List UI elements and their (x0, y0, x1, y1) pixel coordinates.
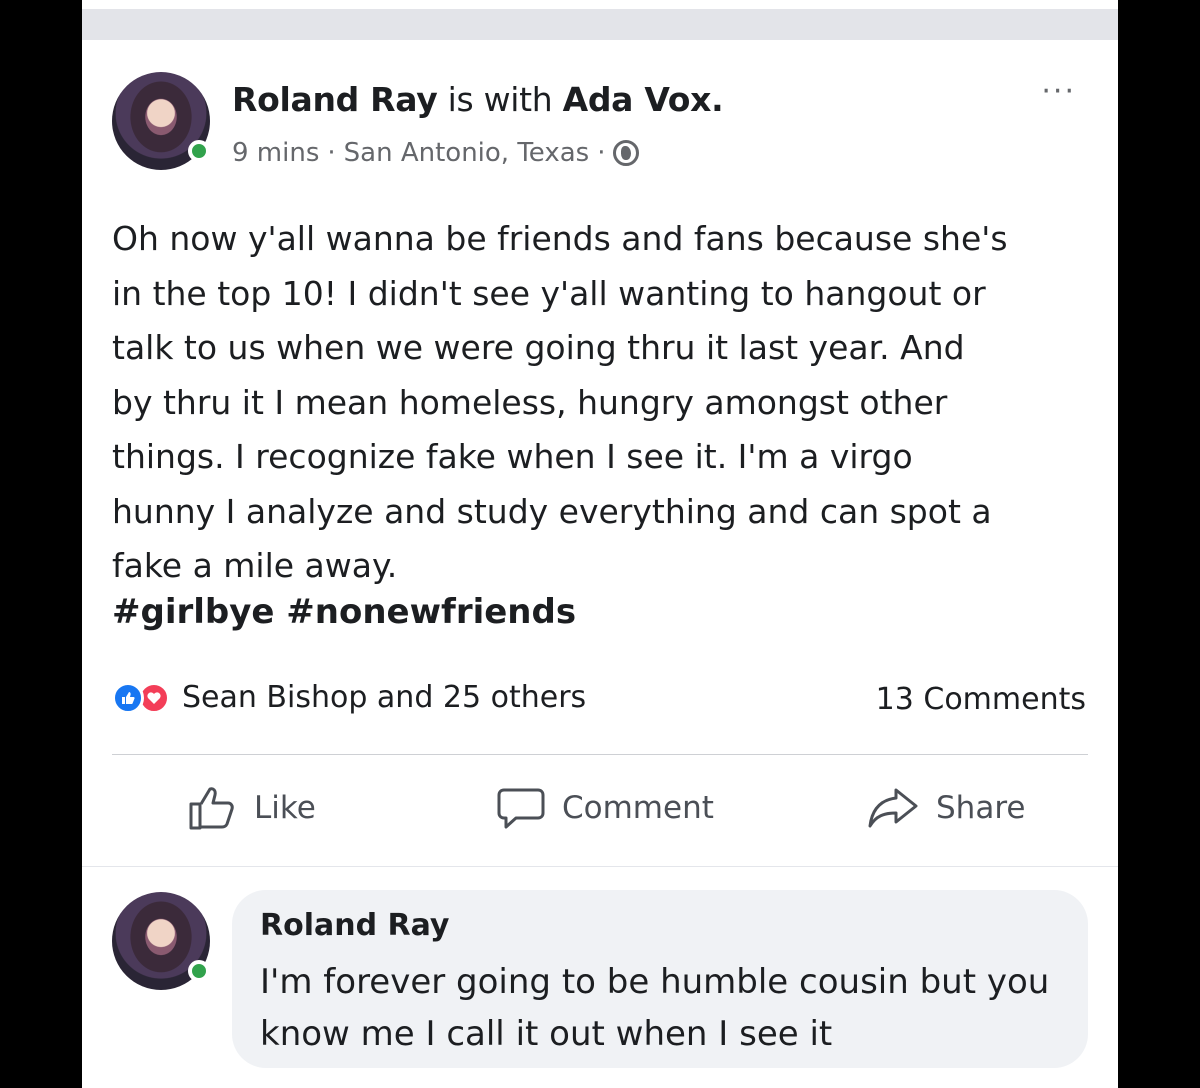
meta-separator: · (327, 138, 336, 168)
tagged-user[interactable]: Ada Vox. (563, 80, 724, 119)
post-time[interactable]: 9 mins (232, 138, 319, 168)
like-label: Like (254, 790, 316, 826)
share-arrow-icon (868, 788, 918, 828)
comment-bubble-icon (497, 788, 545, 829)
share-button[interactable]: Share (866, 784, 1025, 832)
post-actions: Like Comment Share (82, 770, 1118, 850)
comment-button[interactable]: Comment (496, 784, 714, 832)
reactions-summary[interactable]: Sean Bishop and 25 others (112, 680, 586, 715)
post-meta: 9 mins · San Antonio, Texas · (232, 138, 640, 168)
author-name[interactable]: Roland Ray (232, 80, 438, 119)
share-label: Share (936, 790, 1026, 826)
divider (112, 754, 1088, 755)
with-text: is with (437, 80, 563, 119)
comment-label: Comment (562, 790, 714, 826)
app-frame: Roland Ray is with Ada Vox. 9 mins · San… (82, 0, 1118, 1088)
comment-text: I'm forever going to be humble cousin bu… (260, 962, 1050, 1054)
post-body: Oh now y'all wanna be friends and fans b… (112, 219, 1008, 585)
comment-author[interactable]: Roland Ray (260, 908, 450, 943)
online-status-icon (188, 140, 210, 162)
more-options-icon[interactable]: ··· (1041, 74, 1076, 109)
reactions-text[interactable]: Sean Bishop and 25 others (182, 680, 586, 715)
post-hashtags[interactable]: #girlbye #nonewfriends (112, 592, 576, 632)
top-band (82, 9, 1118, 40)
post-header: Roland Ray is with Ada Vox. (232, 80, 724, 119)
comment-item: Roland Ray I'm forever going to be humbl… (82, 870, 1118, 1088)
top-bar (82, 0, 1118, 40)
post-card: Roland Ray is with Ada Vox. 9 mins · San… (82, 40, 1118, 870)
like-reaction-icon (112, 681, 144, 714)
like-button[interactable]: Like (188, 784, 316, 832)
online-status-icon (188, 960, 210, 982)
thumbs-up-icon (189, 787, 234, 830)
post-location[interactable]: San Antonio, Texas (344, 138, 590, 168)
section-divider (82, 866, 1118, 867)
meta-separator: · (597, 138, 606, 168)
comment-bubble: Roland Ray I'm forever going to be humbl… (232, 890, 1088, 1068)
globe-icon (613, 140, 640, 166)
comments-count[interactable]: 13 Comments (876, 682, 1086, 717)
